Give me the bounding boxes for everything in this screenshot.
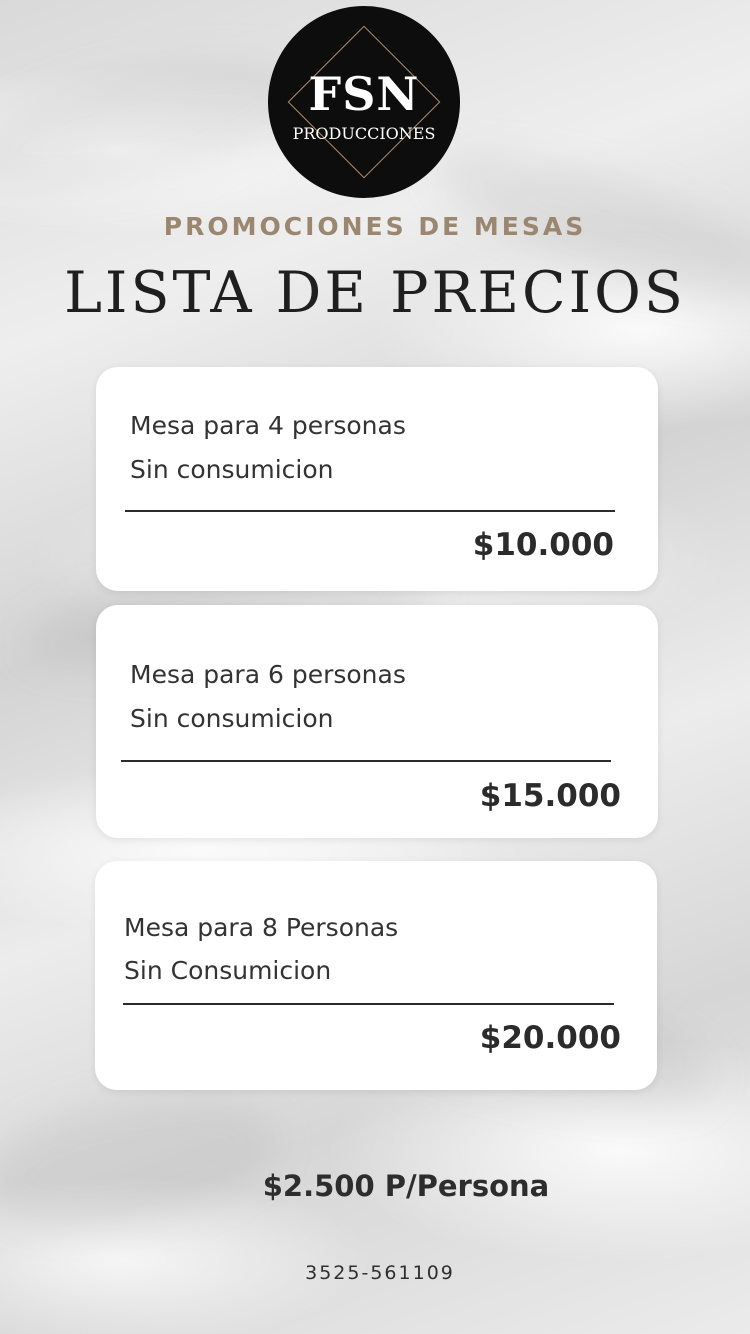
page-title: LISTA DE PRECIOS <box>64 260 686 326</box>
consumption-note: Sin consumicion <box>130 704 334 733</box>
card-divider <box>125 510 615 512</box>
table-price: $20.000 <box>479 1020 621 1056</box>
price-card: Mesa para 8 Personas Sin Consumicion $20… <box>95 861 657 1090</box>
consumption-note: Sin Consumicion <box>124 956 332 985</box>
table-description: Mesa para 8 Personas <box>124 913 399 942</box>
per-person-price: $2.500 P/Persona <box>262 1169 550 1203</box>
consumption-note: Sin consumicion <box>130 455 334 484</box>
price-card: Mesa para 4 personas Sin consumicion $10… <box>96 367 658 591</box>
page-subtitle: PROMOCIONES DE MESAS <box>163 212 587 241</box>
card-divider <box>123 1003 614 1005</box>
table-price: $15.000 <box>479 778 621 814</box>
price-card: Mesa para 6 personas Sin consumicion $15… <box>96 605 658 838</box>
brand-logo: FSN PRODUCCIONES <box>268 6 460 198</box>
table-description: Mesa para 6 personas <box>130 660 406 689</box>
contact-phone: 3525-561109 <box>305 1262 455 1284</box>
table-description: Mesa para 4 personas <box>130 411 406 440</box>
logo-sub-text: PRODUCCIONES <box>292 124 436 143</box>
card-divider <box>121 760 611 762</box>
fabric-fold <box>0 1074 289 1246</box>
table-price: $10.000 <box>472 527 614 563</box>
logo-main-text: FSN <box>308 67 420 121</box>
